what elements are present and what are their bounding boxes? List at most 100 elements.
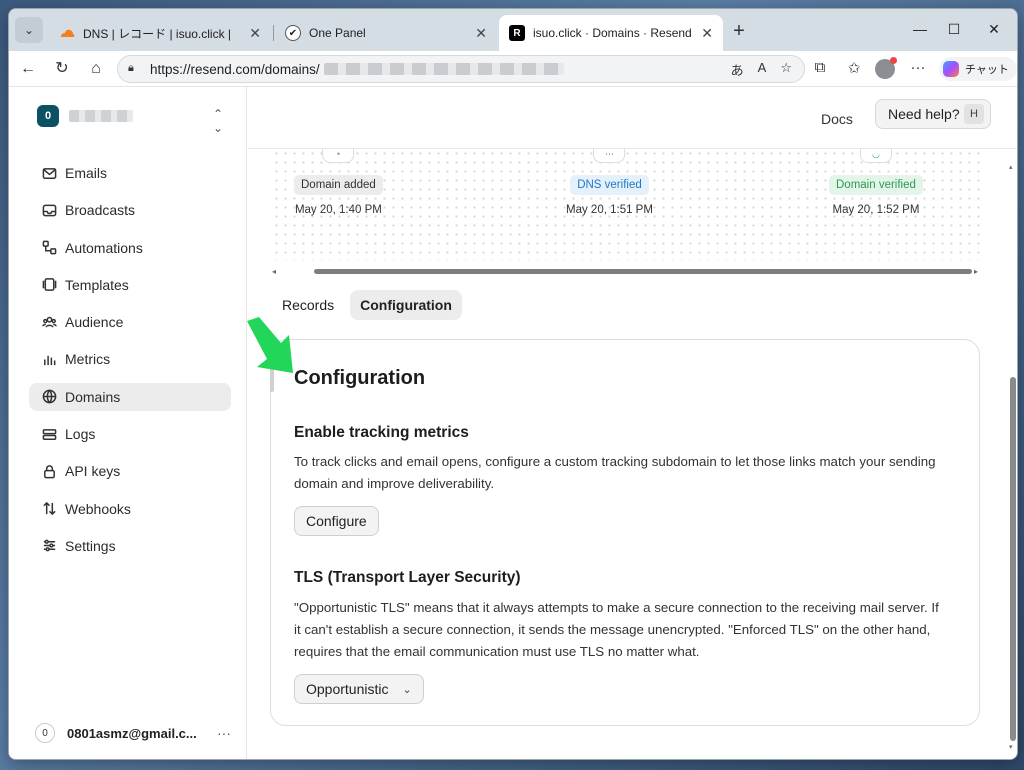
tls-mode-value: Opportunistic [306,681,389,697]
notification-dot [890,57,897,64]
window-close-button[interactable]: ✕ [979,21,1009,38]
browser-tab-resend[interactable]: R isuo.click · Domains · Resend ✕ [499,15,723,51]
favorites-icon[interactable]: ✩ [843,59,865,77]
browser-toolbar: ← ↻ ⌂ 🔒︎ https://resend.com/domains/ あ A… [9,51,1017,87]
copilot-label: チャット [965,64,1009,76]
sidebar-item-domains[interactable]: Domains [29,382,231,411]
new-tab-button[interactable]: + [727,21,751,41]
sidebar-item-metrics[interactable]: Metrics [29,345,231,373]
translate-icon[interactable]: あ [731,60,744,79]
scroll-down-icon[interactable]: ▾ [1009,743,1013,751]
sidebar-item-broadcasts[interactable]: Broadcasts [29,196,231,224]
one-panel-icon: ✔ [285,25,301,41]
sidebar-item-label: Logs [65,426,96,443]
timeline-step-domain-added: • Domain added May 20, 1:40 PM [294,149,383,216]
sidebar-item-label: Automations [65,239,143,256]
configuration-card: Configuration Enable tracking metrics To… [270,339,980,726]
read-aloud-icon[interactable]: A [758,60,767,79]
close-icon[interactable]: ✕ [249,25,261,42]
scrollbar-thumb[interactable] [314,269,972,274]
need-help-label: Need help? [888,106,960,122]
docs-link[interactable]: Docs [821,111,853,127]
browser-tab-dns[interactable]: DNS | レコード | isuo.click | ✕ [49,15,271,51]
sidebar-item-label: Audience [65,314,124,331]
tab-configuration[interactable]: Configuration [350,290,462,320]
sidebar-item-label: Broadcasts [65,202,136,219]
sidebar-item-label: Emails [65,165,108,181]
template-icon [41,277,57,293]
reload-button[interactable]: ↻ [51,59,73,79]
team-name-redacted [69,110,133,122]
lock-icon [41,463,57,479]
timestamp: May 20, 1:40 PM [294,204,382,216]
sidebar-item-api-keys[interactable]: API keys [29,457,231,485]
sidebar-item-templates[interactable]: Templates [29,271,231,299]
scroll-left-icon[interactable]: ◂ [272,267,276,276]
sidebar-item-webhooks[interactable]: Webhooks [29,495,231,523]
team-switcher[interactable]: 0 ⌃ ⌄ [37,105,223,135]
cloudflare-icon [59,25,75,41]
browser-tab-one-panel[interactable]: ✔ One Panel ✕ [275,15,497,51]
scrollbar-thumb[interactable] [1010,377,1016,741]
step-node-icon: • [322,149,355,163]
sidebar-item-label: Templates [65,276,129,293]
sidebar-item-settings[interactable]: Settings [29,532,231,560]
more-menu-icon[interactable]: ··· [907,59,929,76]
status-badge: DNS verified [570,175,649,195]
sidebar: 0 ⌃ ⌄ Emails Broadcasts Automations Temp… [9,87,247,759]
sidebar-item-label: Webhooks [65,500,131,517]
copilot-icon [943,61,959,77]
keyboard-shortcut: H [964,104,984,124]
inbox-icon [41,202,57,218]
extensions-icon[interactable]: ⧉ [809,59,831,76]
site-info-icon[interactable]: 🔒︎ [128,62,142,76]
logs-icon [41,426,57,442]
tab-records[interactable]: Records [272,290,344,320]
more-icon[interactable]: ··· [217,725,231,741]
copilot-button[interactable]: チャット [939,57,1017,81]
globe-icon [41,389,57,405]
scroll-up-icon[interactable]: ▴ [1009,163,1013,171]
sidebar-item-label: Domains [65,388,121,405]
sidebar-item-logs[interactable]: Logs [29,420,231,448]
profile-avatar[interactable] [875,57,897,79]
timeline-scrollbar[interactable]: ◂ ▸ [272,267,982,277]
back-button[interactable]: ← [17,59,39,79]
sidebar-item-label: Settings [65,537,116,554]
main-content: Docs Need help? H • Domain added May 20,… [248,87,1017,759]
page: 0 ⌃ ⌄ Emails Broadcasts Automations Temp… [9,87,1017,759]
sidebar-item-automations[interactable]: Automations [29,234,231,262]
step-node-icon: ⋯ [593,149,626,163]
sidebar-item-audience[interactable]: Audience [29,308,231,336]
scroll-right-icon[interactable]: ▸ [974,267,978,276]
sidebar-item-label: Metrics [65,351,111,368]
tab-actions-button[interactable]: ⌄ [15,17,43,43]
browser-window: ⌄ DNS | レコード | isuo.click | ✕ ✔ One Pane… [8,8,1018,760]
favorite-star-icon[interactable]: ☆ [780,60,792,79]
step-node-icon: ◡ [859,149,892,163]
configure-button[interactable]: Configure [294,506,379,536]
tab-title: DNS | レコード | isuo.click | [83,26,232,41]
tab-title: isuo.click · Domains · Resend [533,26,692,40]
page-scrollbar[interactable]: ▴ ▾ [1009,163,1017,753]
sidebar-item-emails[interactable]: Emails [29,159,231,187]
tab-title: One Panel [309,26,366,40]
need-help-button[interactable]: Need help? H [875,99,991,129]
close-icon[interactable]: ✕ [475,25,487,42]
bar-chart-icon [41,351,57,367]
url-text: https://resend.com/domains/ [150,61,320,77]
sidebar-item-label: API keys [65,463,121,480]
user-menu[interactable]: 0 0801asmz@gmail.c... ··· [35,723,231,743]
chevron-down-icon: ⌄ [402,683,412,696]
status-badge: Domain verified [829,175,923,195]
maximize-button[interactable]: ☐ [939,21,969,38]
minimize-button[interactable]: — [905,21,935,37]
url-redacted [323,63,564,75]
annotation-arrow-icon [247,317,293,373]
user-avatar: 0 [35,723,55,743]
address-bar[interactable]: 🔒︎ https://resend.com/domains/ あ A ☆ [117,55,805,83]
tls-mode-select[interactable]: Opportunistic ⌄ [294,674,424,704]
home-button[interactable]: ⌂ [85,59,107,79]
close-icon[interactable]: ✕ [701,25,713,42]
domain-timeline: • Domain added May 20, 1:40 PM ⋯ DNS ver… [272,149,982,261]
